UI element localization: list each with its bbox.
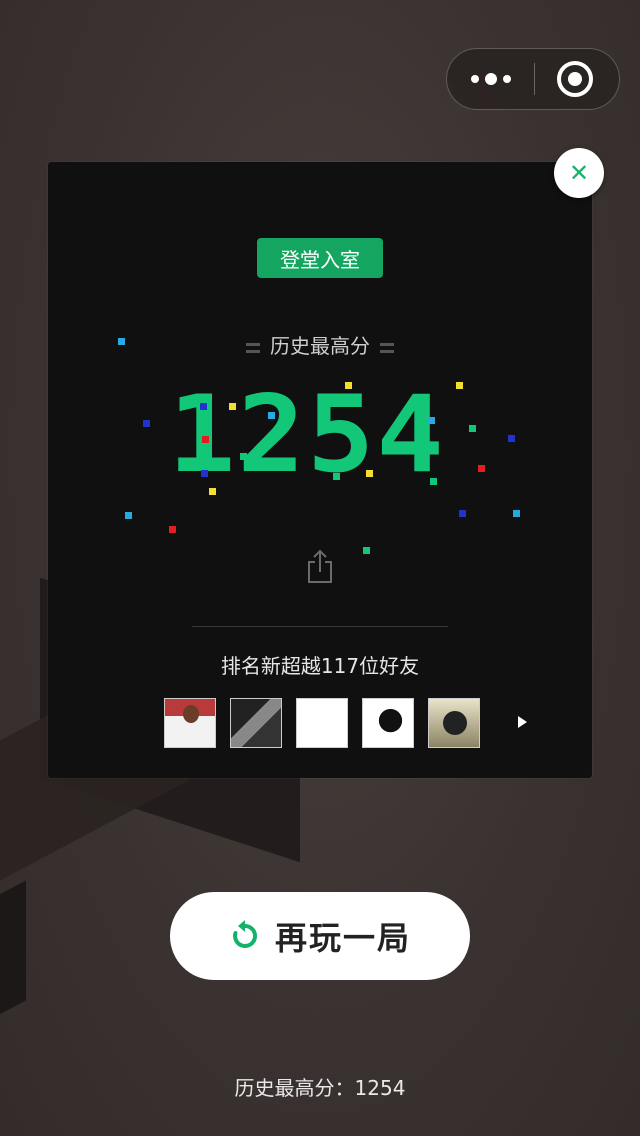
target-circle-icon[interactable] <box>557 61 593 97</box>
friend-avatar[interactable] <box>230 698 282 748</box>
confetti <box>240 453 247 460</box>
card-divider <box>192 626 448 627</box>
confetti <box>202 436 209 443</box>
capsule-divider <box>534 63 535 95</box>
confetti <box>456 382 463 389</box>
replay-button[interactable]: 再玩一局 <box>170 892 470 980</box>
confetti <box>513 510 520 517</box>
confetti <box>143 420 150 427</box>
score-digit: 4 <box>376 373 443 497</box>
mini-program-capsule <box>446 48 620 110</box>
confetti <box>363 547 370 554</box>
footer-best-score: 历史最高分：1254 <box>234 1076 406 1100</box>
equals-ornament-left <box>246 342 260 353</box>
rank-surpass-text: 排名新超越117位好友 <box>220 654 420 678</box>
confetti <box>201 470 208 477</box>
replay-button-label: 再玩一局 <box>274 919 411 957</box>
best-score-number: 1 2 5 4 <box>168 373 468 497</box>
close-icon[interactable]: ✕ <box>554 148 604 198</box>
replay-icon <box>233 920 257 948</box>
confetti <box>428 417 435 424</box>
confetti <box>366 470 373 477</box>
confetti <box>459 510 466 517</box>
confetti <box>406 445 413 452</box>
play-arrow-icon[interactable] <box>518 716 527 728</box>
friend-avatar[interactable] <box>164 698 216 748</box>
confetti <box>125 512 132 519</box>
confetti <box>430 478 437 485</box>
confetti <box>118 338 125 345</box>
confetti <box>333 473 340 480</box>
best-score-label: 历史最高分 <box>0 330 640 359</box>
friend-avatar[interactable] <box>428 698 480 748</box>
confetti <box>469 425 476 432</box>
share-icon[interactable] <box>305 548 335 584</box>
confetti <box>508 435 515 442</box>
rank-title-badge: 登堂入室 <box>257 238 383 278</box>
confetti <box>209 488 216 495</box>
equals-ornament-right <box>380 342 394 353</box>
score-digit: 2 <box>237 373 304 497</box>
best-score-label-text: 历史最高分 <box>270 334 370 358</box>
confetti <box>169 526 176 533</box>
friend-avatar[interactable] <box>296 698 348 748</box>
confetti <box>268 412 275 419</box>
confetti <box>345 382 352 389</box>
friend-avatar[interactable] <box>362 698 414 748</box>
friend-avatar-list <box>164 698 480 750</box>
score-digit: 5 <box>306 373 374 497</box>
confetti <box>478 465 485 472</box>
edge-block <box>0 880 26 1020</box>
confetti <box>229 403 236 410</box>
confetti <box>200 403 207 410</box>
more-dots-icon[interactable] <box>447 49 535 109</box>
